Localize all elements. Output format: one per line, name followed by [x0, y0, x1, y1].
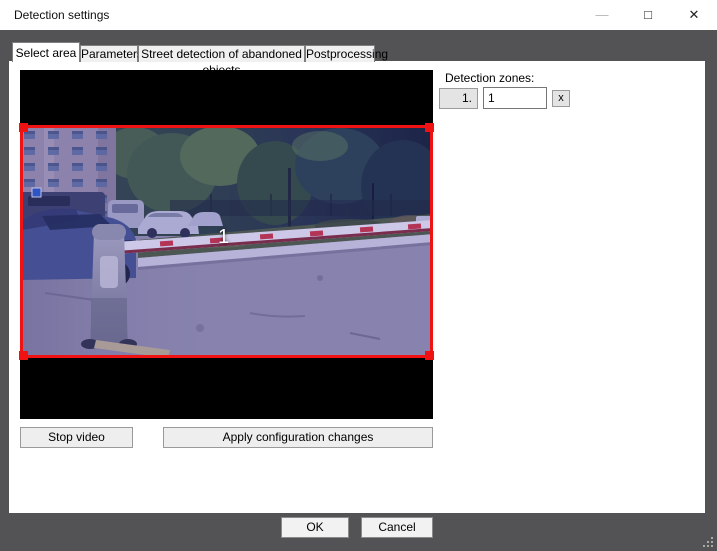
titlebar: Detection settings — □ ✕: [0, 0, 717, 30]
detection-zones-label: Detection zones:: [445, 71, 535, 85]
resize-handle-top-right[interactable]: [425, 123, 434, 132]
maximize-icon[interactable]: □: [625, 0, 671, 30]
ok-button[interactable]: OK: [281, 517, 349, 538]
resize-grip[interactable]: [711, 545, 713, 547]
stop-video-button[interactable]: Stop video: [20, 427, 133, 448]
tab-parameters[interactable]: Parameters: [80, 45, 143, 62]
cancel-button[interactable]: Cancel: [361, 517, 433, 538]
tab-postprocessing[interactable]: Postprocessing: [305, 45, 388, 62]
apply-configuration-button[interactable]: Apply configuration changes: [163, 427, 433, 448]
resize-handle-bottom-left[interactable]: [19, 351, 28, 360]
tab-select-area[interactable]: Select area: [12, 42, 80, 62]
zone-number-button[interactable]: 1.: [439, 88, 478, 109]
minimize-icon[interactable]: —: [579, 0, 625, 30]
zone-number-overlay: 1: [218, 226, 230, 248]
zone-name-input[interactable]: [483, 87, 547, 109]
detection-settings-dialog: Detection settings — □ ✕ Select area Par…: [0, 0, 717, 551]
tab-street-detection[interactable]: Street detection of abandoned objects: [138, 45, 305, 77]
close-icon[interactable]: ✕: [671, 0, 717, 30]
video-preview[interactable]: 1: [19, 70, 434, 419]
remove-zone-button[interactable]: x: [552, 90, 570, 107]
resize-handle-top-left[interactable]: [19, 123, 28, 132]
resize-handle-bottom-right[interactable]: [425, 351, 434, 360]
select-area-page: 1 Detection zones: 1. x Stop video Apply…: [9, 61, 705, 513]
window-title: Detection settings: [14, 8, 110, 22]
